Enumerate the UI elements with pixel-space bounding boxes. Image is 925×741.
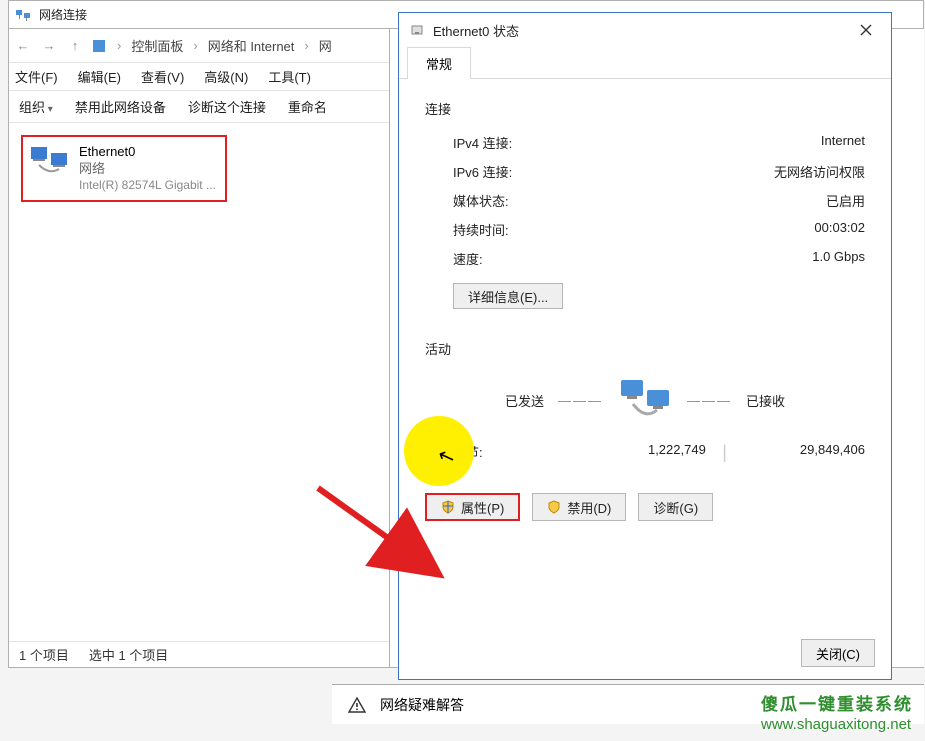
received-label: 已接收 [746,391,785,410]
command-bar: 组织 禁用此网络设备 诊断这个连接 重命名 [9,91,389,123]
status-bar: 1 个项目 选中 1 个项目 [9,641,389,667]
toolbar-diagnose[interactable]: 诊断这个连接 [188,97,266,116]
ethernet-adapter-icon [29,143,71,179]
shield-icon [441,500,455,514]
sent-label: 已发送 [505,391,544,410]
adapter-status: 网络 [79,160,216,177]
media-state-label: 媒体状态: [453,191,509,210]
close-dialog-button-label: 关闭(C) [816,644,860,663]
status-selected-count: 选中 1 个项目 [89,645,168,664]
tab-strip: 常规 [399,47,891,79]
connection-heading: 连接 [425,99,865,118]
nav-forward-icon[interactable]: → [39,36,59,56]
menu-view[interactable]: 查看(V) [141,67,184,86]
sent-bytes-value: 1,222,749 [556,442,706,463]
menu-file[interactable]: 文件(F) [15,67,58,86]
nav-back-icon[interactable]: ← [13,36,33,56]
watermark-line1: 傻瓜一键重装系统 [761,695,913,715]
warning-triangle-icon [348,696,366,714]
close-button[interactable] [851,18,881,42]
breadcrumb-control-panel[interactable]: 控制面板 [131,36,183,55]
ipv6-value: 无网络访问权限 [774,162,865,181]
activity-dash-left: ——— [558,393,603,408]
ethernet-icon [409,22,425,38]
speed-label: 速度: [453,249,483,268]
speed-value: 1.0 Gbps [812,249,865,268]
menu-bar: 文件(F) 编辑(E) 查看(V) 高级(N) 工具(T) [9,63,389,91]
diagnose-button-label: 诊断(G) [653,498,698,517]
tab-general[interactable]: 常规 [407,47,471,79]
tab-general-label: 常规 [426,57,452,72]
activity-heading: 活动 [425,339,865,358]
nav-up-icon[interactable]: ↑ [65,36,85,56]
troubleshoot-label: 网络疑难解答 [380,695,464,715]
shield-icon [547,500,561,514]
close-dialog-button[interactable]: 关闭(C) [801,639,875,667]
menu-edit[interactable]: 编辑(E) [78,67,121,86]
address-bar[interactable]: ← → ↑ › 控制面板 › 网络和 Internet › 网 [9,29,389,63]
ipv6-label: IPv6 连接: [453,162,512,181]
disable-button[interactable]: 禁用(D) [532,493,626,521]
bytes-separator: | [706,442,743,463]
adapter-name: Ethernet0 [79,143,216,160]
control-panel-icon [91,38,107,54]
ipv4-label: IPv4 连接: [453,133,512,152]
duration-label: 持续时间: [453,220,509,239]
toolbar-organize[interactable]: 组织 [19,97,53,116]
close-icon [860,24,872,36]
received-bytes-value: 29,849,406 [743,442,865,463]
chevron-right-icon: › [304,38,308,53]
window-title: 网络连接 [39,6,87,23]
toolbar-rename[interactable]: 重命名 [288,97,327,116]
chevron-right-icon: › [193,38,197,53]
toolbar-disable-device[interactable]: 禁用此网络设备 [75,97,166,116]
ipv4-value: Internet [821,133,865,152]
dialog-title: Ethernet0 状态 [433,21,519,40]
details-button-label: 详细信息(E)... [468,287,548,306]
chevron-right-icon: › [117,38,121,53]
watermark-line2: www.shaguaxitong.net [761,715,913,735]
network-adapter-item[interactable]: Ethernet0 网络 Intel(R) 82574L Gigabit ... [21,135,227,202]
properties-button-label: 属性(P) [461,498,504,517]
duration-value: 00:03:02 [814,220,865,239]
properties-button[interactable]: 属性(P) [425,493,520,521]
diagnose-button[interactable]: 诊断(G) [638,493,713,521]
ethernet-status-dialog: Ethernet0 状态 常规 连接 IPv4 连接: Internet IPv6… [398,12,892,680]
dialog-titlebar[interactable]: Ethernet0 状态 [399,13,891,47]
activity-computers-icon [617,376,673,424]
watermark: 傻瓜一键重装系统 www.shaguaxitong.net [761,695,913,735]
explorer-window: ← → ↑ › 控制面板 › 网络和 Internet › 网 文件(F) 编辑… [8,28,390,668]
disable-button-label: 禁用(D) [567,498,611,517]
status-item-count: 1 个项目 [19,645,69,664]
menu-advanced[interactable]: 高级(N) [204,67,248,86]
menu-tools[interactable]: 工具(T) [268,67,311,86]
breadcrumb-network-internet[interactable]: 网络和 Internet [208,36,295,55]
media-state-value: 已启用 [826,191,865,210]
details-button[interactable]: 详细信息(E)... [453,283,563,309]
breadcrumb-truncated[interactable]: 网 [319,36,332,55]
adapter-device: Intel(R) 82574L Gigabit ... [79,177,216,194]
network-connections-icon [15,7,31,23]
activity-dash-right: ——— [687,393,732,408]
